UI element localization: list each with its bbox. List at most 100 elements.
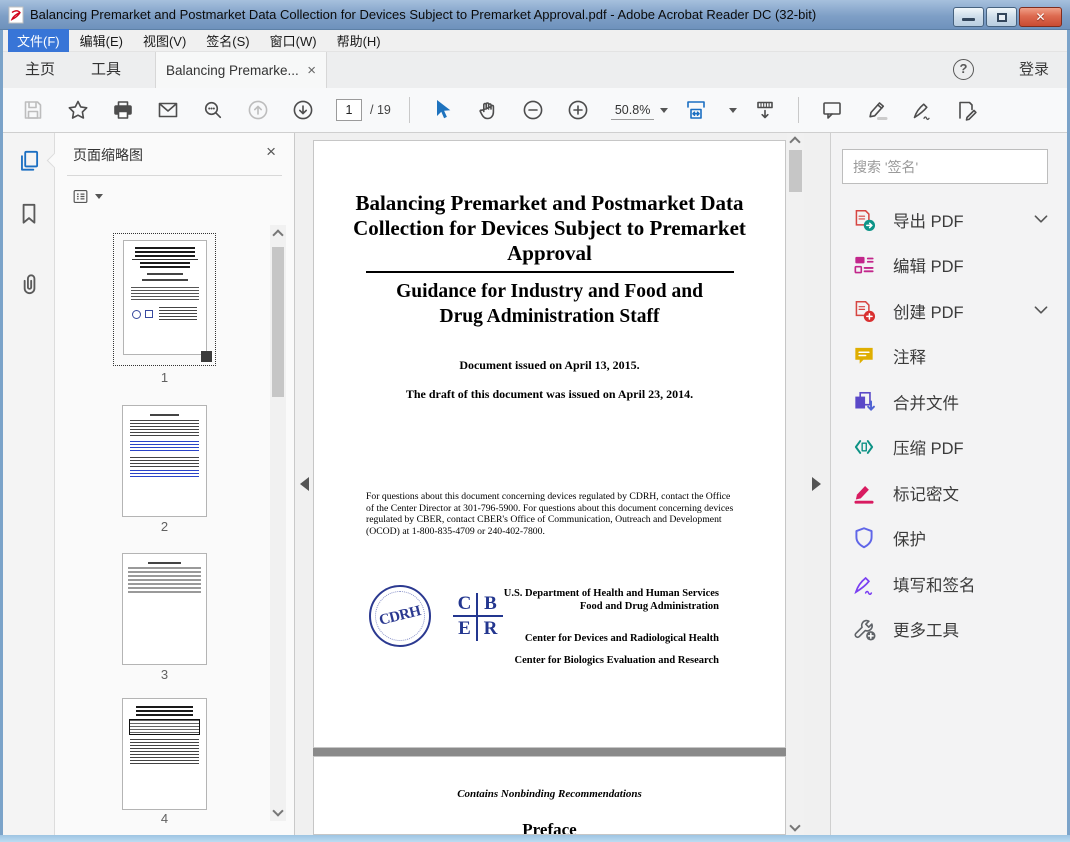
select-tool-icon[interactable]	[431, 98, 455, 122]
menu-view[interactable]: 视图(V)	[134, 29, 195, 52]
restore-icon	[997, 13, 1007, 22]
search-input[interactable]	[842, 149, 1048, 184]
more-tools-icon	[851, 616, 877, 642]
scrollbar-thumb[interactable]	[789, 150, 802, 192]
close-button[interactable]: ✕	[1019, 7, 1062, 27]
email-icon[interactable]	[156, 98, 180, 122]
thumbnail-page-2[interactable]	[122, 405, 207, 517]
scrollbar-thumb[interactable]	[272, 247, 284, 397]
dept-line1: U.S. Department of Health and Human Serv…	[503, 588, 719, 599]
tools-list: 导出 PDF 编辑 PDF 创建 PDF 注释 合并文件 压缩 PDF 标记密文…	[831, 197, 1067, 652]
app-frame: 文件(F) 编辑(E) 视图(V) 签名(S) 窗口(W) 帮助(H) 主页 工…	[3, 29, 1067, 835]
menu-edit[interactable]: 编辑(E)	[71, 29, 132, 52]
main-toolbar: / 19 50.8%	[3, 88, 1067, 133]
tool-export-pdf[interactable]: 导出 PDF	[831, 197, 1067, 243]
tool-create-pdf[interactable]: 创建 PDF	[831, 288, 1067, 334]
bookmarks-icon[interactable]	[16, 201, 42, 227]
next-view-arrow[interactable]	[812, 477, 821, 491]
list-options-icon	[73, 189, 88, 204]
tab-close-icon[interactable]: ×	[307, 62, 316, 79]
title-bar: Balancing Premarket and Postmarket Data …	[0, 0, 1070, 30]
sign-in-button[interactable]: 登录	[1019, 52, 1049, 88]
tool-compress-pdf[interactable]: 压缩 PDF	[831, 425, 1067, 471]
chevron-down-icon[interactable]	[1033, 211, 1049, 229]
hand-tool-icon[interactable]	[476, 98, 500, 122]
divider	[67, 175, 282, 176]
thumbnail-resize-handle[interactable]	[201, 351, 212, 362]
tool-redact[interactable]: 标记密文	[831, 470, 1067, 516]
menu-file[interactable]: 文件(F)	[8, 29, 69, 52]
thumbnail-page-3[interactable]	[122, 553, 207, 665]
protect-icon	[851, 525, 877, 551]
tool-fill-sign[interactable]: 填写和签名	[831, 561, 1067, 607]
star-icon[interactable]	[66, 98, 90, 122]
menu-sign[interactable]: 签名(S)	[197, 29, 258, 52]
panel-close-icon[interactable]: ×	[266, 142, 276, 162]
fill-sign-icon	[851, 571, 877, 597]
fit-dropdown-icon[interactable]	[729, 107, 738, 113]
thumbnail-options-button[interactable]	[71, 187, 103, 206]
pdf-page-2: Contains Nonbinding Recommendations Pref…	[313, 756, 786, 835]
previous-page-icon[interactable]	[246, 98, 270, 122]
fit-width-icon[interactable]	[684, 98, 708, 122]
page-thumbnails-panel: 页面缩略图 × 1 2 3 4	[55, 133, 295, 835]
acrobat-window: Balancing Premarket and Postmarket Data …	[0, 0, 1070, 842]
tool-comment[interactable]: 注释	[831, 334, 1067, 380]
document-scrollbar[interactable]	[787, 133, 804, 835]
zoom-out-icon[interactable]	[521, 98, 545, 122]
tool-edit-pdf[interactable]: 编辑 PDF	[831, 243, 1067, 289]
save-icon[interactable]	[21, 98, 45, 122]
menu-bar: 文件(F) 编辑(E) 视图(V) 签名(S) 窗口(W) 帮助(H)	[3, 29, 1067, 52]
create-pdf-icon	[851, 298, 877, 324]
page-thumbnails-icon[interactable]	[16, 148, 42, 174]
zoom-level-value[interactable]: 50.8%	[610, 101, 655, 120]
zoom-dropdown-icon[interactable]	[660, 107, 669, 113]
close-icon: ✕	[1035, 10, 1046, 24]
page-separator	[313, 748, 786, 756]
tool-protect[interactable]: 保护	[831, 516, 1067, 562]
document-view: Balancing Premarket and Postmarket Data …	[295, 133, 830, 835]
tab-tools[interactable]: 工具	[91, 52, 121, 88]
scroll-up-icon[interactable]	[272, 229, 284, 241]
tab-document[interactable]: Balancing Premarke... ×	[155, 52, 327, 88]
minimize-button[interactable]	[953, 7, 984, 27]
document-subtitle: Guidance for Industry and Food and Drug …	[396, 281, 703, 327]
chevron-down-icon[interactable]	[1033, 302, 1049, 320]
tool-combine-files[interactable]: 合并文件	[831, 379, 1067, 425]
thumbnail-page-4[interactable]	[122, 698, 207, 810]
print-icon[interactable]	[111, 98, 135, 122]
pdf-file-icon	[8, 6, 24, 23]
thumbnails-scrollbar[interactable]	[270, 225, 286, 821]
preface-heading: Preface	[522, 820, 577, 835]
comment-tool-icon[interactable]	[820, 98, 844, 122]
restore-button[interactable]	[986, 7, 1017, 27]
next-page-icon[interactable]	[291, 98, 315, 122]
menu-window[interactable]: 窗口(W)	[261, 29, 326, 52]
center-line2: Center for Biologics Evaluation and Rese…	[514, 655, 719, 666]
help-icon[interactable]: ?	[953, 59, 974, 80]
menu-help[interactable]: 帮助(H)	[328, 29, 390, 52]
scroll-mode-icon[interactable]	[753, 98, 777, 122]
highlight-tool-icon[interactable]	[865, 98, 889, 122]
toolbar-divider	[798, 97, 800, 123]
search-icon[interactable]	[201, 98, 225, 122]
thumbnail-page-1[interactable]	[113, 233, 216, 366]
edit-pdf-icon	[851, 252, 877, 278]
tool-label: 标记密文	[893, 485, 959, 504]
sign-tool-icon[interactable]	[910, 98, 934, 122]
thumbnail-label: 4	[160, 811, 169, 826]
tool-more-tools[interactable]: 更多工具	[831, 607, 1067, 653]
dept-line2: Food and Drug Administration	[579, 601, 719, 612]
attachments-icon[interactable]	[16, 271, 42, 297]
page-count-label: / 19	[370, 103, 391, 117]
signature-request-icon[interactable]	[955, 98, 979, 122]
scroll-down-icon[interactable]	[789, 820, 801, 832]
cdrh-logo: CDRH	[369, 585, 431, 647]
page-number-input[interactable]	[336, 99, 362, 121]
previous-view-arrow[interactable]	[300, 477, 309, 491]
tab-home[interactable]: 主页	[25, 52, 55, 88]
zoom-in-icon[interactable]	[566, 98, 590, 122]
center-line1: Center for Devices and Radiological Heal…	[524, 633, 719, 644]
scroll-up-icon[interactable]	[789, 136, 801, 148]
scroll-down-icon[interactable]	[272, 805, 284, 817]
